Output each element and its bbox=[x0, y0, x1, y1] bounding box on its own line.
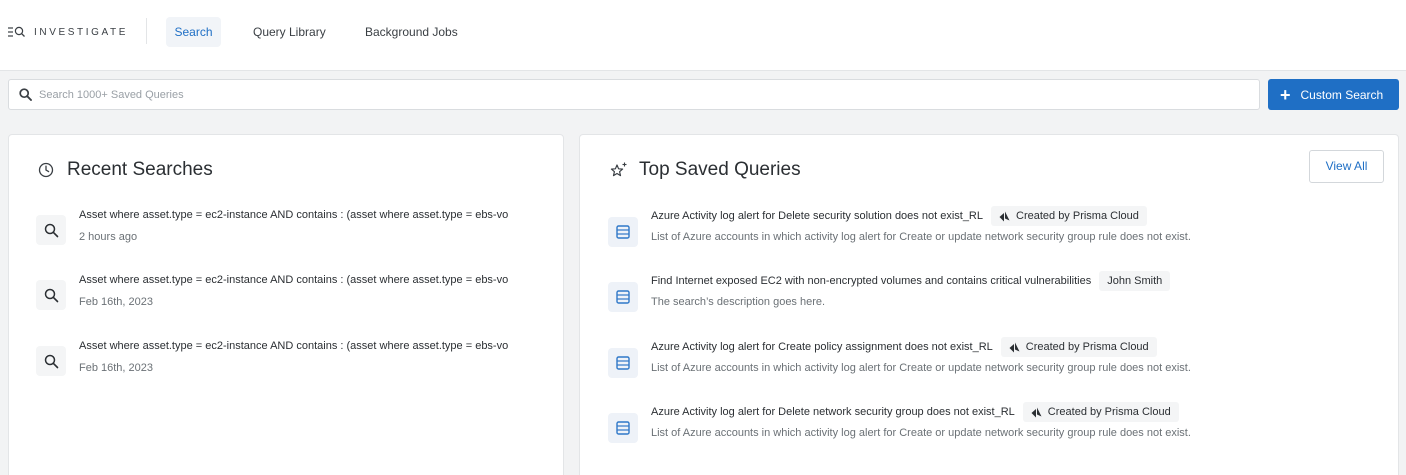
saved-query-title-row: Find Internet exposed EC2 with non-encry… bbox=[651, 271, 1171, 291]
custom-search-label: Custom Search bbox=[1300, 87, 1384, 102]
recent-search-item[interactable]: Asset where asset.type = ec2-instance AN… bbox=[36, 274, 546, 314]
top-nav-bar: INVESTIGATE Search Query Library Backgro… bbox=[0, 0, 1406, 71]
recent-searches-title: Recent Searches bbox=[67, 159, 213, 180]
recent-search-query: Asset where asset.type = ec2-instance AN… bbox=[79, 209, 509, 221]
tab-search[interactable]: Search bbox=[166, 17, 221, 47]
recent-search-time: 2 hours ago bbox=[79, 231, 138, 243]
creator-badge: Created by Prisma Cloud bbox=[1000, 337, 1157, 357]
creator-badge: Created by Prisma Cloud bbox=[991, 206, 1147, 226]
recent-search-item[interactable]: Asset where asset.type = ec2-instance AN… bbox=[36, 209, 546, 249]
saved-query-item[interactable]: Azure Activity log alert for Delete secu… bbox=[608, 206, 1378, 254]
saved-query-icon bbox=[608, 217, 638, 247]
saved-queries-search[interactable] bbox=[8, 79, 1260, 110]
creator-badge: John Smith bbox=[1099, 271, 1171, 291]
search-icon bbox=[36, 215, 66, 245]
recent-search-time: Feb 16th, 2023 bbox=[79, 296, 154, 308]
saved-query-item[interactable]: Azure Activity log alert for Delete netw… bbox=[608, 402, 1378, 450]
app-brand: INVESTIGATE bbox=[8, 25, 128, 39]
recent-search-query: Asset where asset.type = ec2-instance AN… bbox=[79, 340, 509, 352]
recent-search-item[interactable]: Asset where asset.type = ec2-instance AN… bbox=[36, 340, 546, 380]
view-all-button[interactable]: View All bbox=[1309, 150, 1384, 183]
top-saved-queries-panel: Top Saved Queries View All Azure Activit… bbox=[579, 134, 1399, 475]
search-icon bbox=[19, 88, 32, 101]
top-saved-queries-title: Top Saved Queries bbox=[639, 159, 801, 180]
saved-query-icon bbox=[608, 282, 638, 312]
plus-icon: + bbox=[1280, 84, 1291, 105]
recent-search-query: Asset where asset.type = ec2-instance AN… bbox=[79, 274, 509, 286]
custom-search-button[interactable]: + Custom Search bbox=[1268, 79, 1399, 110]
creator-name: Created by Prisma Cloud bbox=[1047, 406, 1171, 418]
search-input[interactable] bbox=[39, 85, 1239, 105]
saved-query-description: List of Azure accounts in which activity… bbox=[651, 231, 1191, 243]
clock-icon bbox=[38, 162, 54, 178]
prisma-logo-icon bbox=[1009, 342, 1020, 352]
brand-divider bbox=[146, 18, 147, 44]
creator-name: Created by Prisma Cloud bbox=[1016, 210, 1139, 222]
saved-query-title-row: Azure Activity log alert for Delete secu… bbox=[651, 206, 1147, 226]
recent-searches-panel: Recent Searches Asset where asset.type =… bbox=[8, 134, 564, 475]
search-icon bbox=[36, 346, 66, 376]
creator-badge: Created by Prisma Cloud bbox=[1022, 402, 1179, 422]
investigate-icon bbox=[8, 26, 25, 37]
saved-query-description: List of Azure accounts in which activity… bbox=[651, 362, 1191, 374]
prisma-logo-icon bbox=[999, 211, 1010, 221]
saved-query-icon bbox=[608, 413, 638, 443]
prisma-logo-icon bbox=[1031, 407, 1042, 417]
creator-name: John Smith bbox=[1107, 275, 1163, 287]
search-icon bbox=[36, 280, 66, 310]
saved-query-icon bbox=[608, 348, 638, 378]
app-name: INVESTIGATE bbox=[34, 26, 128, 38]
saved-query-title: Find Internet exposed EC2 with non-encry… bbox=[651, 275, 1092, 287]
recent-search-time: Feb 16th, 2023 bbox=[79, 362, 154, 374]
tab-query-library[interactable]: Query Library bbox=[253, 17, 326, 47]
saved-query-title: Azure Activity log alert for Delete secu… bbox=[651, 210, 983, 222]
saved-query-title-row: Azure Activity log alert for Create poli… bbox=[651, 337, 1157, 357]
saved-query-title-row: Azure Activity log alert for Delete netw… bbox=[651, 402, 1179, 422]
saved-query-item[interactable]: Azure Activity log alert for Create poli… bbox=[608, 337, 1378, 385]
saved-query-description: List of Azure accounts in which activity… bbox=[651, 427, 1191, 439]
tab-background-jobs[interactable]: Background Jobs bbox=[365, 17, 458, 47]
sparkle-star-icon bbox=[610, 162, 627, 177]
saved-query-title: Azure Activity log alert for Create poli… bbox=[651, 341, 993, 353]
saved-query-description: The search’s description goes here. bbox=[651, 296, 826, 308]
creator-name: Created by Prisma Cloud bbox=[1025, 341, 1149, 353]
saved-query-item[interactable]: Find Internet exposed EC2 with non-encry… bbox=[608, 271, 1378, 319]
saved-query-title: Azure Activity log alert for Delete netw… bbox=[651, 406, 1015, 418]
